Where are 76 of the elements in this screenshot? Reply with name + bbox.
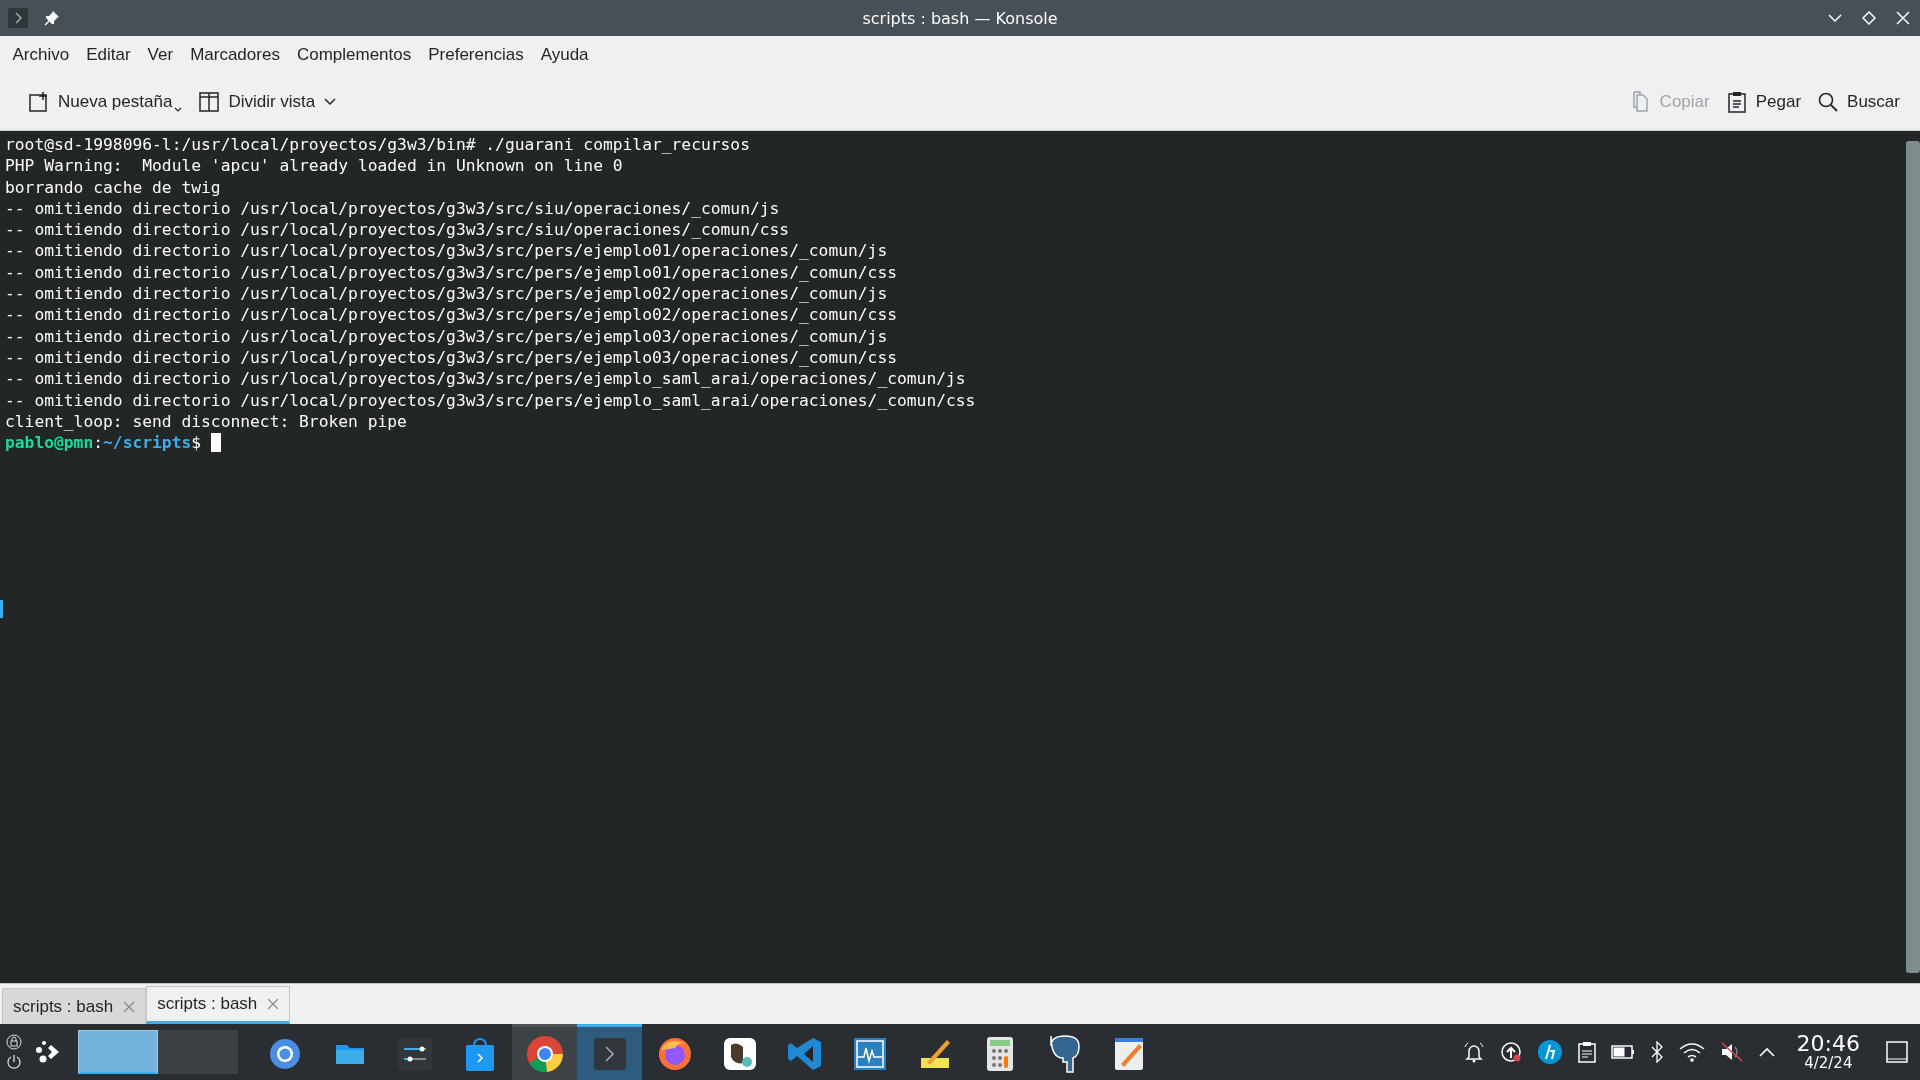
lock-button[interactable]: [6, 1034, 22, 1050]
split-view-icon: [198, 91, 221, 113]
tray-button[interactable]: [1536, 1039, 1563, 1065]
battery-icon: [1610, 1044, 1635, 1060]
browser-icon: [524, 1033, 565, 1074]
printer-brand-icon: [1536, 1039, 1563, 1065]
scroll-marker: [0, 600, 3, 618]
menu-item[interactable]: Marcadores: [181, 45, 289, 65]
toolbar-button[interactable]: Nueva pestaña: [20, 85, 191, 119]
power-button[interactable]: [6, 1054, 22, 1070]
terminal-tab[interactable]: scripts : bash: [146, 986, 291, 1024]
clock-time: 20:46: [1796, 1033, 1860, 1055]
clipboard-icon: [1725, 91, 1748, 113]
tray-button[interactable]: [1678, 1041, 1705, 1063]
power-icon: [6, 1054, 22, 1070]
clipboard-icon: [1577, 1041, 1596, 1063]
terminal-line: client_loop: send disconnect: Broken pipe: [5, 410, 407, 433]
toolbar-button[interactable]: Buscar: [1809, 85, 1908, 119]
tray-button[interactable]: [1719, 1041, 1744, 1063]
menu-item[interactable]: Editar: [77, 45, 140, 65]
terminal-line: -- omitiendo directorio /usr/local/proyectos/g3w3/src/pers/ejemplo01/operaciones/_comun/css: [5, 261, 897, 284]
terminal-line: PHP Warning: Module 'apcu' already loaded in Unknown on line 0: [5, 155, 623, 177]
terminal-line: -- omitiendo directorio /usr/local/proyectos/g3w3/src/siu/operaciones/_comun/js: [5, 197, 780, 220]
close-icon: [267, 998, 280, 1010]
waveform-icon: [852, 1036, 887, 1071]
terminal-line: -- omitiendo directorio /usr/local/proyectos/g3w3/src/pers/ejemplo03/operaciones/_comun/js: [5, 325, 888, 347]
menu-item[interactable]: Complementos: [288, 45, 420, 65]
terminal-line: -- omitiendo directorio /usr/local/proyectos/g3w3/src/pers/ejemplo_saml_arai/operaciones/_comun/js: [5, 368, 966, 390]
terminal-icon: [593, 1037, 626, 1070]
code-editor-icon: [786, 1035, 823, 1072]
chevron-down-icon: [323, 97, 338, 107]
pin-icon: [44, 10, 60, 26]
tray-button[interactable]: [1462, 1041, 1485, 1063]
terminal-line: -- omitiendo directorio /usr/local/proyectos/g3w3/src/pers/ejemplo_saml_arai/operaciones/_comun/css: [5, 389, 976, 411]
tray-button[interactable]: [1610, 1044, 1635, 1060]
terminal-line: borrando cache de twig: [5, 176, 221, 198]
close-icon: [123, 1000, 136, 1013]
bluetooth-icon: [1649, 1041, 1664, 1063]
terminal-line: -- omitiendo directorio /usr/local/proyectos/g3w3/src/pers/ejemplo02/operaciones/_comun/js: [5, 283, 888, 305]
diamond-icon: [1862, 11, 1876, 25]
clock-date: 4/2/24: [1804, 1055, 1853, 1071]
terminal-icon: [8, 8, 28, 28]
desktop-icon: [1886, 1041, 1908, 1063]
volume-muted-icon: [1719, 1041, 1744, 1063]
menu-item[interactable]: Preferencias: [419, 45, 533, 65]
tray-button[interactable]: [1577, 1041, 1596, 1063]
terminal-line: -- omitiendo directorio /usr/local/proyectos/g3w3/src/siu/operaciones/_comun/css: [5, 219, 790, 241]
menu-item[interactable]: Ayuda: [532, 45, 598, 65]
chevron-down-icon: [1828, 11, 1842, 25]
terminal-line: -- omitiendo directorio /usr/local/proyectos/g3w3/src/pers/ejemplo02/operaciones/_comun/css: [5, 304, 897, 326]
terminal-tab[interactable]: scripts : bash: [2, 988, 147, 1024]
prompt-text: pablo@pmn:~/scripts$: [5, 432, 202, 454]
browser-icon: [267, 1036, 302, 1071]
taskbar-app[interactable]: [512, 1024, 577, 1080]
close-icon: [1896, 11, 1910, 25]
bell-icon: [1462, 1041, 1485, 1063]
terminal-line: root@sd-1998096-l:/usr/local/proyectos/g3w3/bin# ./guarani compilar_recursos: [5, 134, 750, 156]
menu-item[interactable]: Archivo: [4, 45, 78, 65]
calculator-icon: [985, 1035, 1014, 1072]
update-icon: [1499, 1041, 1522, 1063]
maximize-button[interactable]: [1860, 9, 1878, 27]
caret-icon: [174, 107, 183, 113]
terminal-line: -- omitiendo directorio /usr/local/proyectos/g3w3/src/pers/ejemplo03/operaciones/_comun/css: [5, 346, 897, 369]
window-title: scripts : bash — Konsole: [862, 8, 1058, 28]
toolbar-button[interactable]: Dividir vista: [190, 85, 346, 119]
new-tab-icon: [28, 91, 50, 113]
chevron-up-icon: [1758, 1046, 1775, 1058]
close-button[interactable]: [1894, 9, 1912, 27]
wifi-icon: [1678, 1041, 1705, 1063]
menu-item[interactable]: Ver: [139, 45, 182, 65]
toolbar-button[interactable]: Pegar: [1717, 85, 1810, 119]
pin-button[interactable]: [42, 8, 62, 28]
search-icon: [1817, 91, 1840, 113]
scrollbar-thumb[interactable]: [1906, 141, 1920, 973]
lock-icon: [6, 1034, 22, 1050]
terminal-line: -- omitiendo directorio /usr/local/proyectos/g3w3/src/pers/ejemplo01/operaciones/_comun/js: [5, 240, 888, 262]
